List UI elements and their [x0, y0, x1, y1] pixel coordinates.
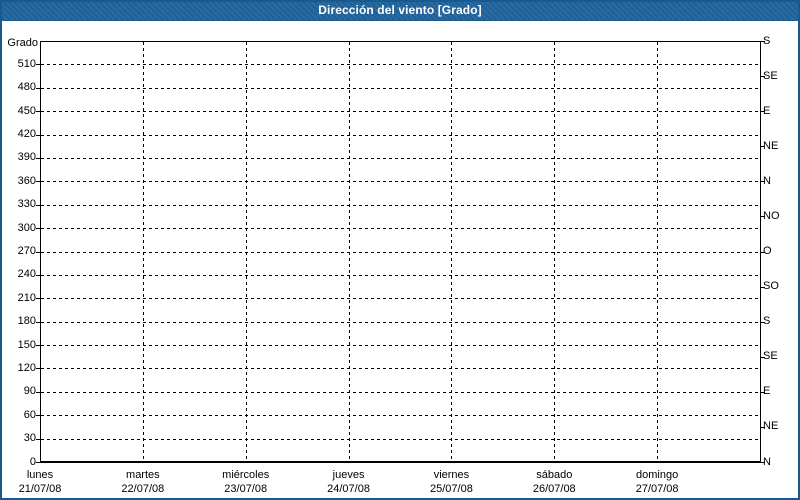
y-axis-tick-label: 30	[0, 432, 36, 445]
day-name: lunes	[0, 468, 88, 482]
wind-direction-chart-window: Dirección del viento [Grado] Grado 510 48…	[0, 0, 800, 500]
y-axis-tick-label: 330	[0, 198, 36, 211]
day-name: martes	[95, 468, 191, 482]
y-axis-tick-label: 0	[0, 456, 36, 469]
right-axis-label: N	[763, 175, 771, 188]
right-axis-label: SO	[763, 280, 779, 293]
right-axis-label: NO	[763, 210, 780, 223]
day-date: 26/07/08	[506, 482, 602, 496]
chart-title-bar: Dirección del viento [Grado]	[0, 0, 800, 21]
right-axis-label: E	[763, 385, 770, 398]
day-date: 25/07/08	[403, 482, 499, 496]
right-axis-label: NE	[763, 420, 778, 433]
right-axis-label: S	[763, 35, 770, 48]
right-axis-label: SE	[763, 70, 778, 83]
y-axis-tick-label: 480	[0, 81, 36, 94]
day-name: jueves	[301, 468, 397, 482]
right-axis-label: NE	[763, 140, 778, 153]
day-name: viernes	[403, 468, 499, 482]
day-date: 21/07/08	[0, 482, 88, 496]
right-axis-label: S	[763, 315, 770, 328]
day-date: 24/07/08	[301, 482, 397, 496]
day-name: miércoles	[198, 468, 294, 482]
y-axis-tick-label: 210	[0, 292, 36, 305]
x-axis-day-label: martes22/07/08	[95, 468, 191, 496]
x-axis-day-label: jueves24/07/08	[301, 468, 397, 496]
y-axis-tick-label: 180	[0, 315, 36, 328]
y-axis-tick-label: 120	[0, 362, 36, 375]
x-axis-day-label: lunes21/07/08	[0, 468, 88, 496]
plot-area	[0, 0, 800, 500]
day-date: 23/07/08	[198, 482, 294, 496]
y-axis-tick-label: 360	[0, 175, 36, 188]
right-axis-label: N	[763, 456, 771, 469]
y-axis-tick-label: 420	[0, 128, 36, 141]
chart-title: Dirección del viento [Grado]	[318, 3, 482, 17]
x-axis-day-label: sábado26/07/08	[506, 468, 602, 496]
y-axis-title: Grado	[0, 37, 38, 49]
x-axis-day-label: miércoles23/07/08	[198, 468, 294, 496]
x-axis-day-label: viernes25/07/08	[403, 468, 499, 496]
y-axis-tick-label: 270	[0, 245, 36, 258]
right-axis-label: SE	[763, 350, 778, 363]
y-axis-tick-label: 90	[0, 385, 36, 398]
y-axis-tick-label: 300	[0, 222, 36, 235]
right-axis-label: E	[763, 105, 770, 118]
y-axis-tick-label: 150	[0, 339, 36, 352]
day-name: sábado	[506, 468, 602, 482]
y-axis-tick-label: 60	[0, 409, 36, 422]
y-axis-tick-label: 510	[0, 58, 36, 71]
x-axis-day-label: domingo27/07/08	[609, 468, 705, 496]
day-date: 27/07/08	[609, 482, 705, 496]
day-date: 22/07/08	[95, 482, 191, 496]
y-axis-tick-label: 450	[0, 105, 36, 118]
right-axis-label: O	[763, 245, 772, 258]
day-name: domingo	[609, 468, 705, 482]
y-axis-tick-label: 240	[0, 268, 36, 281]
y-axis-tick-label: 390	[0, 151, 36, 164]
